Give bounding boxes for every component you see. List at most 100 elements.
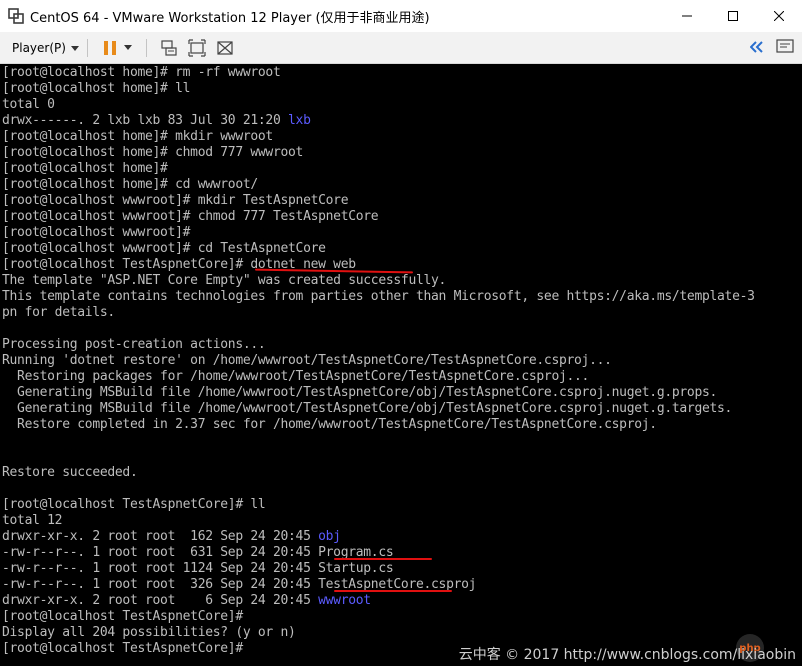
terminal-line: [root@localhost wwwroot]#: [2, 225, 755, 241]
chevron-down-icon: [70, 46, 79, 51]
terminal-highlighted-name: lxb: [288, 113, 311, 128]
terminal-line: Processing post-creation actions...: [2, 337, 755, 353]
close-button[interactable]: [756, 0, 802, 32]
terminal-line: [root@localhost home]# cd wwwroot/: [2, 177, 755, 193]
terminal-line-text: Processing post-creation actions...: [2, 337, 266, 352]
terminal-line-text: drwx------. 2 lxb lxb 83 Jul 30 21:20: [2, 113, 289, 128]
window-title: CentOS 64 - VMware Workstation 12 Player…: [30, 10, 430, 26]
terminal-line-text: Restoring packages for /home/wwwroot/Tes…: [2, 369, 590, 384]
toolbar-divider: [145, 38, 147, 57]
terminal-line: -rw-r--r--. 1 root root 1124 Sep 24 20:4…: [2, 561, 755, 577]
terminal-line: Restore completed in 2.37 sec for /home/…: [2, 417, 755, 433]
fullscreen-icon: [188, 38, 206, 57]
terminal-line-text: [root@localhost home]# rm -rf wwwroot: [2, 65, 281, 80]
message-icon[interactable]: [776, 39, 794, 55]
terminal-line-text: [root@localhost TestAspnetCore]# ll: [2, 497, 266, 512]
terminal-line: drwx------. 2 lxb lxb 83 Jul 30 21:20 lx…: [2, 113, 755, 129]
terminal-line: [root@localhost home]# mkdir wwwroot: [2, 129, 755, 145]
terminal-line: [root@localhost wwwroot]# mkdir TestAspn…: [2, 193, 755, 209]
underline-program-cs: [334, 558, 432, 560]
vmware-app-icon: [8, 8, 24, 24]
terminal-line-text: The template "ASP.NET Core Empty" was cr…: [2, 273, 447, 288]
terminal-line: [root@localhost wwwroot]# cd TestAspnetC…: [2, 241, 755, 257]
terminal-line-text: [root@localhost home]# cd wwwroot/: [2, 177, 258, 192]
fullscreen-button[interactable]: [188, 38, 206, 57]
terminal-line: [root@localhost TestAspnetCore]#: [2, 609, 755, 625]
terminal-line-text: Running 'dotnet restore' on /home/wwwroo…: [2, 353, 612, 368]
vm-console[interactable]: [root@localhost home]# rm -rf wwwroot [ro…: [0, 64, 802, 666]
toolbar-right: [750, 39, 794, 55]
terminal-line-text: [root@localhost wwwroot]# chmod 777 Test…: [2, 209, 379, 224]
terminal-line-text: total 12: [2, 513, 63, 528]
terminal-line-text: [root@localhost home]# chmod 777 wwwroot: [2, 145, 304, 160]
terminal-line: Display all 204 possibilities? (y or n): [2, 625, 755, 641]
terminal-line-text: [root@localhost wwwroot]#: [2, 225, 191, 240]
terminal-line-text: [root@localhost wwwroot]# mkdir TestAspn…: [2, 193, 349, 208]
chevron-down-icon[interactable]: [123, 45, 132, 50]
terminal-line-text: [root@localhost home]# mkdir wwwroot: [2, 129, 273, 144]
toolbar-divider: [86, 38, 88, 57]
unity-icon: [217, 40, 233, 55]
terminal-line: [root@localhost home]#: [2, 161, 755, 177]
minimize-icon: [682, 15, 692, 17]
terminal-line: total 12: [2, 513, 755, 529]
terminal-line: [root@localhost home]# rm -rf wwwroot: [2, 65, 755, 81]
title-bar[interactable]: CentOS 64 - VMware Workstation 12 Player…: [0, 0, 802, 32]
terminal-line: Restoring packages for /home/wwwroot/Tes…: [2, 369, 755, 385]
pause-button[interactable]: [101, 39, 119, 57]
terminal-line: Generating MSBuild file /home/wwwroot/Te…: [2, 401, 755, 417]
terminal-highlighted-name: wwwroot: [318, 593, 371, 608]
close-icon: [774, 11, 784, 21]
maximize-icon: [728, 11, 738, 21]
terminal-line: [root@localhost wwwroot]# chmod 777 Test…: [2, 209, 755, 225]
terminal-line-text: Restore succeeded.: [2, 465, 138, 480]
terminal-line: [root@localhost home]# ll: [2, 81, 755, 97]
terminal-line-text: pn for details.: [2, 305, 115, 320]
terminal-line-text: [root@localhost home]#: [2, 161, 168, 176]
minimize-button[interactable]: [664, 0, 710, 32]
terminal-line: drwxr-xr-x. 2 root root 6 Sep 24 20:45 w…: [2, 593, 755, 609]
terminal-line: [root@localhost TestAspnetCore]# ll: [2, 497, 755, 513]
terminal-line: Generating MSBuild file /home/wwwroot/Te…: [2, 385, 755, 401]
terminal-line-text: Generating MSBuild file /home/wwwroot/Te…: [2, 385, 718, 400]
player-toolbar: Player(P): [0, 32, 802, 64]
terminal-line-text: [root@localhost TestAspnetCore]#: [2, 609, 243, 624]
send-ctrl-alt-del-button[interactable]: [160, 39, 178, 57]
terminal-line: drwxr-xr-x. 2 root root 162 Sep 24 20:45…: [2, 529, 755, 545]
terminal-line-text: drwxr-xr-x. 2 root root 162 Sep 24 20:45: [2, 529, 319, 544]
maximize-button[interactable]: [710, 0, 756, 32]
terminal-line-text: [root@localhost wwwroot]# cd TestAspnetC…: [2, 241, 326, 256]
terminal-line: total 0: [2, 97, 755, 113]
terminal-line-text: -rw-r--r--. 1 root root 1124 Sep 24 20:4…: [2, 561, 394, 576]
terminal-highlighted-name: obj: [318, 529, 341, 544]
pause-icon: [103, 40, 116, 55]
unity-button[interactable]: [216, 39, 234, 57]
terminal-output: [root@localhost home]# rm -rf wwwroot [ro…: [2, 65, 755, 657]
terminal-line-text: Restore completed in 2.37 sec for /home/…: [2, 417, 657, 432]
send-ctrl-alt-del-icon: [161, 39, 177, 56]
terminal-line-text: Display all 204 possibilities? (y or n): [2, 625, 296, 640]
collapse-toolbar-icon[interactable]: [750, 41, 764, 53]
terminal-line-text: total 0: [2, 97, 55, 112]
terminal-line-text: This template contains technologies from…: [2, 289, 755, 304]
terminal-line-text: Generating MSBuild file /home/wwwroot/Te…: [2, 401, 733, 416]
watermark-text: 云中客 © 2017 http://www.cnblogs.com/lixiao…: [458, 647, 796, 663]
player-menu[interactable]: Player(P): [12, 41, 79, 55]
terminal-line-text: drwxr-xr-x. 2 root root 6 Sep 24 20:45: [2, 593, 319, 608]
underline-testaspnetcore: [334, 590, 452, 592]
terminal-line: pn for details.: [2, 305, 755, 321]
terminal-line-text: [root@localhost TestAspnetCore]#: [2, 641, 243, 656]
terminal-line: Restore succeeded.: [2, 465, 755, 481]
window-controls: [664, 0, 802, 32]
player-menu-label: Player(P): [12, 40, 66, 55]
vmware-player-window: CentOS 64 - VMware Workstation 12 Player…: [0, 0, 802, 666]
terminal-line: Running 'dotnet restore' on /home/wwwroo…: [2, 353, 755, 369]
terminal-line: [root@localhost home]# chmod 777 wwwroot: [2, 145, 755, 161]
terminal-line: This template contains technologies from…: [2, 289, 755, 305]
terminal-line: The template "ASP.NET Core Empty" was cr…: [2, 273, 755, 289]
terminal-line-text: [root@localhost home]# ll: [2, 81, 191, 96]
